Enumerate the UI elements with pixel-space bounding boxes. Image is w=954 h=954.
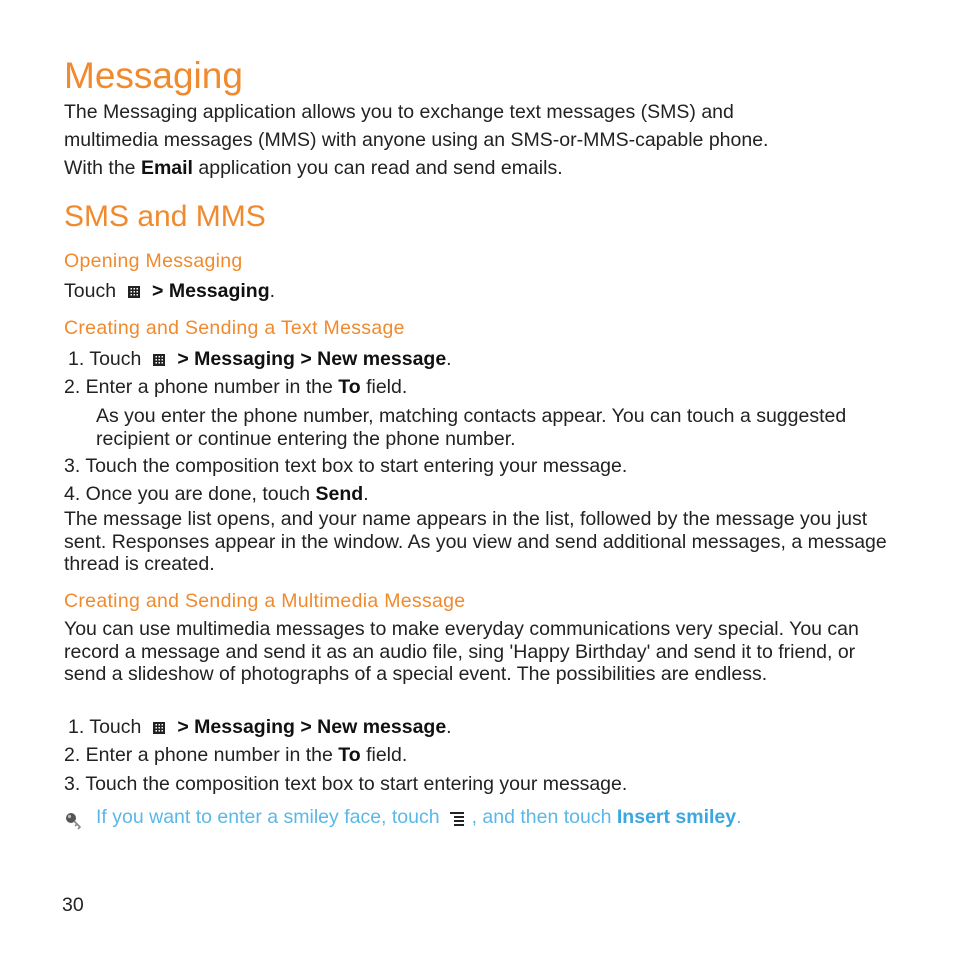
period: . — [446, 348, 452, 370]
tip-text: If you want to enter a smiley face, touc… — [96, 806, 742, 828]
tip-pre: If you want to enter a smiley face, touc… — [96, 806, 440, 828]
tip-mid: , and then touch — [471, 806, 617, 828]
text-step-2-note: As you enter the phone number, matching … — [96, 405, 847, 450]
step-text: 1. Touch — [68, 348, 142, 370]
text-step-1: 1. Touch > Messaging > New message. — [68, 345, 898, 373]
field-name: To — [338, 744, 361, 766]
mms-heading: Creating and Sending a Multimedia Messag… — [64, 590, 466, 612]
step-text: 4. Once you are done, touch — [64, 483, 316, 505]
text-step-2: 2. Enter a phone number in the To field. — [64, 373, 894, 401]
step-text: 1. Touch — [68, 716, 142, 738]
apps-grid-icon — [153, 722, 166, 734]
menu-path: > Messaging — [152, 280, 270, 302]
mms-step-3: 3. Touch the composition text box to sta… — [64, 773, 628, 795]
menu-path: > Messaging > New message — [177, 348, 447, 370]
page-title: Messaging — [64, 55, 243, 96]
text-step-3: 3. Touch the composition text box to sta… — [64, 455, 628, 477]
intro-line-1: The Messaging application allows you to … — [64, 101, 734, 123]
text-after-paragraph: The message list opens, and your name ap… — [64, 508, 887, 575]
text-message-heading: Creating and Sending a Text Message — [64, 317, 405, 339]
field-name: To — [338, 376, 361, 398]
apps-grid-icon — [128, 286, 141, 298]
opening-heading: Opening Messaging — [64, 250, 243, 272]
period: . — [446, 716, 452, 738]
menu-icon — [449, 811, 464, 826]
mms-step-1: 1. Touch > Messaging > New message. — [68, 713, 898, 741]
tip-end: . — [736, 806, 742, 828]
intro-paragraph: The Messaging application allows you to … — [64, 98, 894, 182]
step-text: 2. Enter a phone number in the — [64, 744, 339, 766]
menu-path: > Messaging > New message — [177, 716, 447, 738]
period: . — [363, 483, 369, 505]
text-step-4: 4. Once you are done, touch Send. — [64, 480, 894, 508]
intro-line-2: multimedia messages (MMS) with anyone us… — [64, 129, 769, 151]
intro-line-3-end: application you can read and send emails… — [192, 157, 563, 179]
mms-step-2: 2. Enter a phone number in the To field. — [64, 741, 894, 769]
opening-instruction: Touch > Messaging. — [64, 277, 894, 305]
insert-smiley-option: Insert smiley — [616, 806, 737, 828]
period: . — [269, 280, 276, 302]
section-heading: SMS and MMS — [64, 200, 266, 233]
touch-text: Touch — [64, 280, 117, 302]
key-icon — [66, 813, 82, 830]
page-number: 30 — [62, 894, 84, 916]
tip-note: If you want to enter a smiley face, touc… — [64, 803, 742, 831]
step-text: 2. Enter a phone number in the — [64, 376, 339, 398]
step-text-end: field. — [360, 376, 408, 398]
apps-grid-icon — [153, 354, 166, 366]
send-button-name: Send — [315, 483, 364, 505]
intro-line-3: With the — [64, 157, 141, 179]
step-text-end: field. — [360, 744, 408, 766]
email-app-name: Email — [140, 157, 193, 179]
mms-paragraph: You can use multimedia messages to make … — [64, 618, 859, 685]
